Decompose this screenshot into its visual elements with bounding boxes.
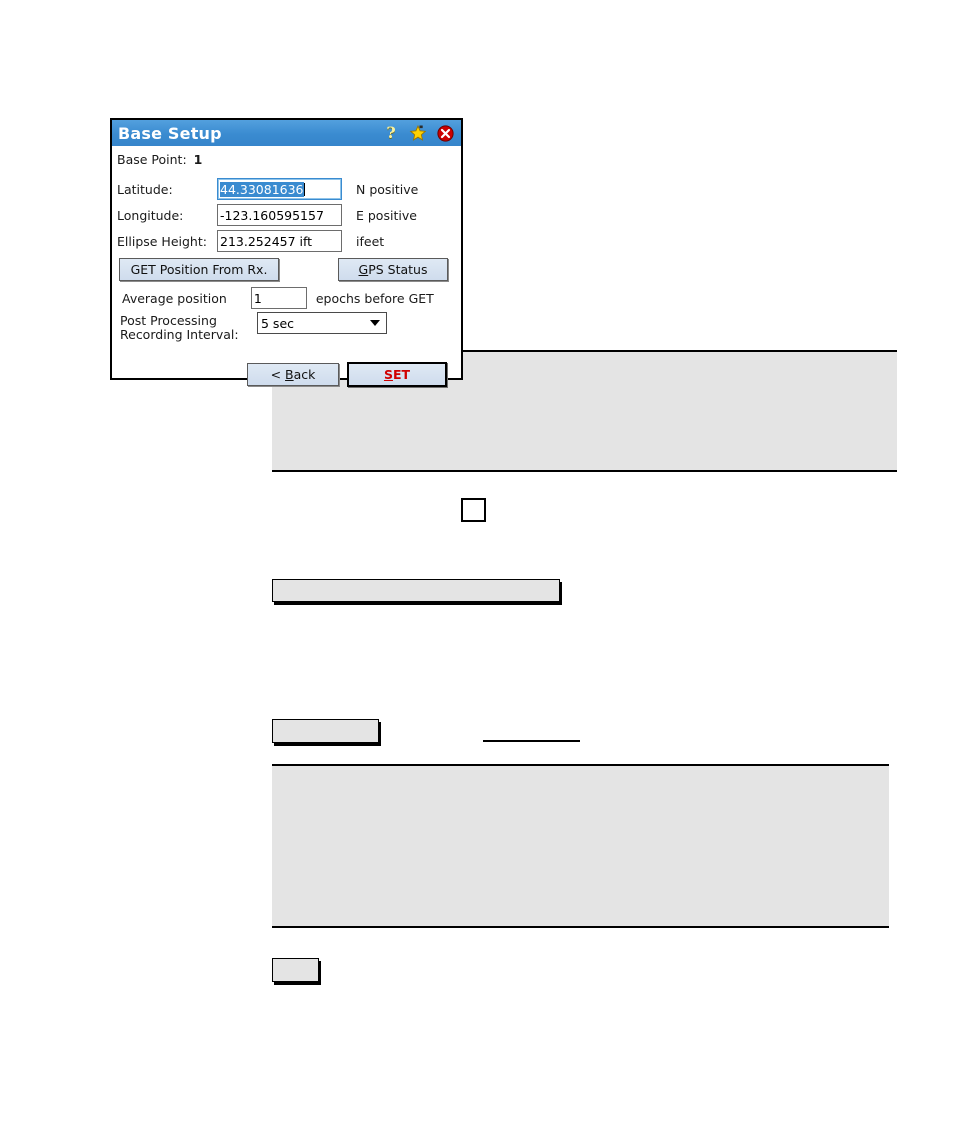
recording-interval-selected-value: 5 sec [261,315,295,331]
close-icon-svg [436,124,454,142]
get-position-from-rx-button[interactable]: GET Position From Rx. [119,258,279,281]
gps-status-button[interactable]: GPS Status [338,258,448,281]
average-epochs-input[interactable]: 1 [250,287,307,309]
back-button[interactable]: < Back [247,363,339,386]
set-button-accel-char: S [383,367,393,382]
latitude-input-value: 44.33081636 [220,181,304,197]
back-button-prefix: < [270,367,286,382]
dialog-title: Base Setup [118,123,222,143]
wide-placeholder-box[interactable] [272,579,560,602]
horizontal-rule [483,740,580,742]
titlebar-icon-group: ? [382,124,457,142]
post-processing-label: Post Processing Recording Interval: [120,314,239,342]
small-placeholder-box[interactable] [272,719,379,743]
chevron-down-icon [370,320,380,326]
gps-status-rest-label: PS Status [368,262,428,277]
ellipse-height-suffix-label: ifeet [356,233,385,249]
close-icon[interactable] [436,124,454,142]
longitude-input-value: -123.160595157 [220,207,324,223]
latitude-input[interactable]: 44.33081636 [217,178,342,200]
gps-status-button-label: GPS Status [359,262,428,277]
dialog-client-area: Base Point: 1 Latitude: 44.33081636 N po… [112,146,461,387]
back-button-rest-label: ack [293,367,316,382]
content-block-lower [272,764,889,928]
help-icon-glyph: ? [386,123,396,142]
text-caret [303,182,305,196]
longitude-label: Longitude: [117,207,184,223]
empty-checkbox-placeholder[interactable] [461,498,486,522]
post-processing-label-line2: Recording Interval: [120,327,239,342]
base-point-row: Base Point: 1 [117,152,202,167]
longitude-suffix-label: E positive [356,207,417,223]
longitude-row: Longitude: -123.160595157 E positive [117,204,417,226]
dialog-titlebar: Base Setup ? [112,120,461,146]
recording-interval-select[interactable]: 5 sec [257,312,387,334]
average-position-row: Average position 1 epochs before GET [122,287,434,309]
ellipse-height-input-value: 213.252457 ift [220,233,313,249]
set-button-rest-label: ET [392,367,411,382]
favorites-star-icon[interactable] [409,124,427,142]
back-button-label: < Back [271,367,316,382]
longitude-input[interactable]: -123.160595157 [217,204,342,226]
base-point-value: 1 [193,152,203,167]
average-position-suffix-label: epochs before GET [315,290,434,306]
latitude-row: Latitude: 44.33081636 N positive [117,178,418,200]
average-epochs-input-value: 1 [253,290,262,306]
post-processing-label-line1: Post Processing [120,313,217,328]
base-setup-dialog: Base Setup ? Base Point: 1 Latitude: 44.… [110,118,463,387]
help-icon[interactable]: ? [382,124,400,142]
latitude-label: Latitude: [117,181,173,197]
favorites-star-icon-svg [409,124,427,141]
average-position-label: Average position [122,290,227,306]
ellipse-height-row: Ellipse Height: 213.252457 ift ifeet [117,230,384,252]
ellipse-height-label: Ellipse Height: [117,233,207,249]
get-position-from-rx-button-label: GET Position From Rx. [130,262,268,277]
gps-status-accel-char: G [358,262,369,277]
back-button-accel-char: B [285,367,294,382]
tiny-placeholder-box[interactable] [272,958,319,982]
base-point-label: Base Point: [117,152,187,167]
set-button-label: SET [384,367,410,382]
ellipse-height-input[interactable]: 213.252457 ift [217,230,342,252]
latitude-suffix-label: N positive [356,181,419,197]
set-button[interactable]: SET [347,362,447,387]
